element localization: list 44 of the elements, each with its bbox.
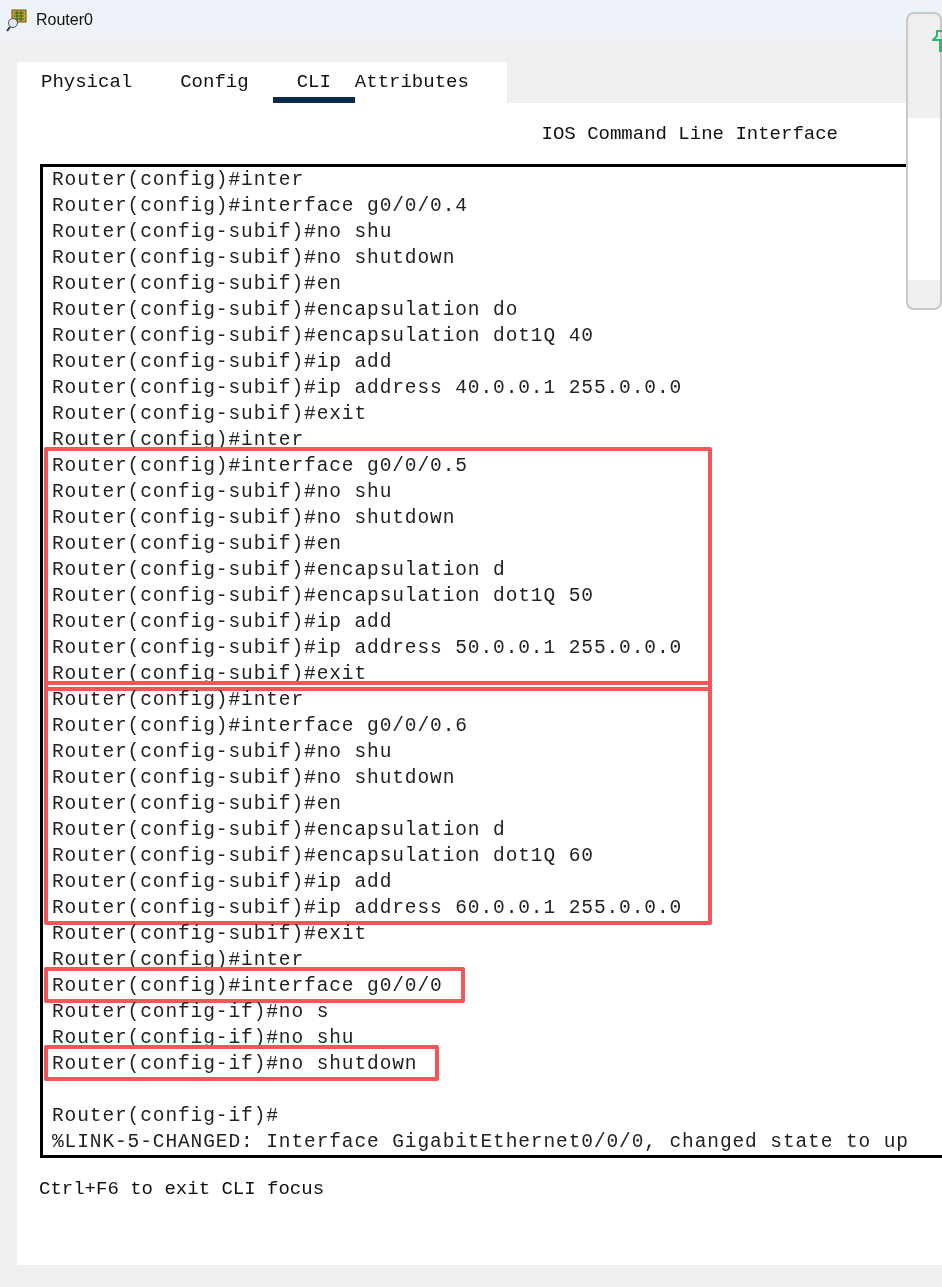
console-line: Router(config)#inter [52, 688, 305, 713]
console-line: Router(config-subif)#exit [52, 662, 368, 687]
console-line: Router(config-if)#no shu [52, 1026, 355, 1051]
console-line: Router(config)#interface g0/0/0 [52, 974, 443, 999]
console-line: Router(config-subif)#encapsulation d [52, 818, 506, 843]
console-line: Router(config-subif)#encapsulation do [52, 298, 519, 323]
console-line: Router(config-subif)#ip address 50.0.0.1 255.0.0.0 [52, 636, 683, 661]
router-icon [6, 8, 30, 32]
console-line: Router(config-subif)#no shutdown [52, 506, 456, 531]
console-line: Router(config-subif)#en [52, 532, 342, 557]
console-line: Router(config-subif)#ip address 60.0.0.1 255.0.0.0 [52, 896, 683, 921]
console-line: Router(config-subif)#no shutdown [52, 246, 456, 271]
cli-heading: IOS Command Line Interface [541, 123, 838, 147]
console-line: Router(config)#interface g0/0/0.4 [52, 194, 468, 219]
window-title: Router0 [36, 11, 93, 29]
tab[interactable]: Attributes [354, 62, 469, 103]
console-line: Router(config-subif)#no shutdown [52, 766, 456, 791]
console-line: Router(config-subif)#ip add [52, 350, 393, 375]
console-line: Router(config-subif)#en [52, 272, 342, 297]
console-line: Router(config-subif)#encapsulation d [52, 558, 506, 583]
console-line: Router(config-subif)#no shu [52, 480, 393, 505]
console-line: %LINK-5-CHANGED: Interface GigabitEthernet0/0/0, changed state to up [52, 1130, 909, 1155]
console-line: Router(config-if)#no s [52, 1000, 330, 1025]
tab[interactable]: Physical [41, 62, 133, 103]
console-line: Router(config-subif)#encapsulation dot1Q 50 [52, 584, 594, 609]
console-line: Router(config)#inter [52, 168, 305, 193]
console-line: Router(config-subif)#encapsulation dot1Q 40 [52, 324, 594, 349]
console-line: Router(config-subif)#en [52, 792, 342, 817]
console-line: Router(config)#interface g0/0/0.6 [52, 714, 468, 739]
console-line: Router(config-subif)#exit [52, 402, 368, 427]
console-line: Router(config-if)# [52, 1104, 279, 1129]
console-line: Router(config-subif)#no shu [52, 740, 393, 765]
tab[interactable]: Config [180, 62, 249, 103]
console-line: Router(config-if)#no shutdown [52, 1052, 418, 1077]
console-line: Router(config)#inter [52, 948, 305, 973]
console-line: Router(config-subif)#ip add [52, 870, 393, 895]
console-line: Router(config)#inter [52, 428, 305, 453]
focus-hint: Ctrl+F6 to exit CLI focus [38, 1177, 326, 1200]
console-line: Router(config-subif)#ip address 40.0.0.1 255.0.0.0 [52, 376, 683, 401]
console-line: Router(config)#interface g0/0/0.5 [52, 454, 468, 479]
console-line: Router(config-subif)#encapsulation dot1Q 60 [52, 844, 594, 869]
console-line: Router(config-subif)#ip add [52, 610, 393, 635]
console-line: Router(config-subif)#exit [52, 922, 368, 947]
console-line: Router(config-subif)#no shu [52, 220, 393, 245]
